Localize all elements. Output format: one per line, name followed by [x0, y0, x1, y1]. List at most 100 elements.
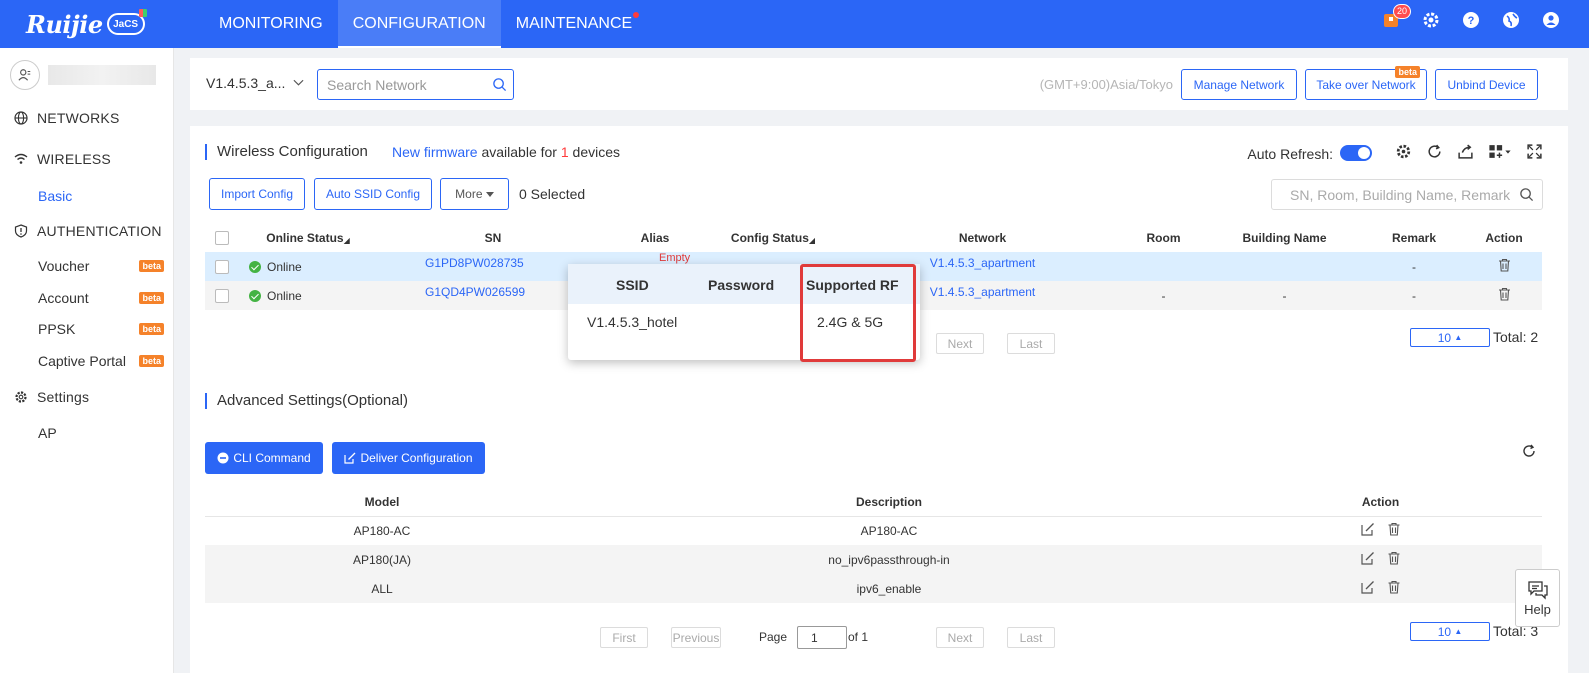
device-remark: -	[1362, 252, 1466, 281]
sidebar-item-account[interactable]: Account beta	[38, 290, 164, 306]
cli-command-button[interactable]: CLI Command	[205, 442, 323, 474]
gear-icon[interactable]	[1421, 10, 1441, 30]
pager-last-label: Last	[1019, 336, 1043, 351]
col-sn: SN	[484, 231, 502, 245]
globe-icon[interactable]	[1501, 10, 1521, 30]
search-network-input[interactable]: Search Network	[317, 69, 514, 100]
col-description: Description	[559, 488, 1219, 517]
fullscreen-icon[interactable]	[1526, 143, 1543, 160]
gear-icon[interactable]	[1395, 143, 1412, 160]
sidebar-item-wireless[interactable]: WIRELESS	[14, 151, 111, 167]
auto-ssid-config-button[interactable]: Auto SSID Config	[314, 178, 432, 210]
edit-icon[interactable]	[1360, 580, 1375, 594]
sidebar-basic-label: Basic	[38, 188, 73, 204]
help-button[interactable]: Help	[1515, 569, 1560, 627]
more-dropdown-button[interactable]: More	[440, 178, 509, 210]
edit-icon	[344, 452, 356, 464]
beta-badge: beta	[1395, 66, 1420, 78]
model-cell: AP180(JA)	[205, 545, 559, 574]
delete-icon[interactable]	[1498, 287, 1511, 304]
delete-icon[interactable]	[1387, 522, 1401, 536]
adv-pager-last-label: Last	[1019, 630, 1043, 645]
adv-pager-next-button[interactable]: Next	[936, 627, 984, 648]
delete-icon[interactable]	[1387, 551, 1401, 565]
sidebar-item-basic[interactable]: Basic	[38, 188, 164, 204]
sidebar-item-captive-portal[interactable]: Captive Portal beta	[38, 353, 164, 369]
nav-monitoring[interactable]: MONITORING	[204, 0, 338, 48]
col-online-status[interactable]: Online Status◢	[239, 224, 377, 252]
deliver-configuration-label: Deliver Configuration	[360, 451, 473, 465]
beta-badge: beta	[139, 355, 164, 367]
nav-maintenance[interactable]: MAINTENANCE	[501, 0, 647, 48]
nav-configuration[interactable]: CONFIGURATION	[337, 0, 501, 48]
edit-icon[interactable]	[1360, 522, 1375, 536]
sidebar-item-voucher[interactable]: Voucher beta	[38, 258, 164, 274]
logo-text: Ruijie	[26, 9, 103, 39]
search-icon[interactable]	[1519, 187, 1534, 202]
network-select[interactable]: V1.4.5.3_a...	[206, 75, 304, 91]
network-select-value: V1.4.5.3_a...	[206, 75, 286, 91]
delete-icon[interactable]	[1387, 580, 1401, 594]
new-firmware-link[interactable]: New firmware	[392, 144, 478, 160]
sidebar-item-ap[interactable]: AP	[38, 425, 164, 441]
device-building: -	[1207, 281, 1362, 310]
user-name-blurred	[48, 65, 156, 85]
manage-network-label: Manage Network	[1193, 77, 1285, 92]
user-icon[interactable]	[1541, 10, 1561, 30]
import-config-button[interactable]: Import Config	[209, 178, 305, 210]
sidebar-item-settings[interactable]: Settings	[14, 389, 89, 405]
adv-page-number-input[interactable]: 1	[797, 626, 847, 649]
refresh-icon[interactable]	[1426, 143, 1443, 160]
ruijie-logo[interactable]: Ruijie JaCS	[26, 8, 147, 40]
auto-refresh-toggle[interactable]	[1340, 145, 1372, 161]
sort-icon[interactable]: ◢	[344, 236, 350, 245]
sidebar-account-label: Account	[38, 290, 89, 306]
adv-page-size-value: 10	[1437, 624, 1452, 639]
timezone-label: (GMT+9:00)Asia/Tokyo	[1039, 77, 1173, 92]
main-nav: MONITORING CONFIGURATION MAINTENANCE	[204, 0, 647, 48]
popover-ssid-header: SSID	[616, 277, 649, 293]
page-size-value: 10	[1437, 330, 1452, 345]
adv-pager-page-label: Page	[759, 630, 788, 644]
device-remark: -	[1362, 281, 1466, 310]
refresh-icon[interactable]	[1521, 443, 1537, 459]
edit-icon[interactable]	[1360, 551, 1375, 565]
highlight-box	[800, 264, 916, 362]
select-all-checkbox[interactable]	[215, 231, 229, 246]
avatar[interactable]	[10, 60, 40, 90]
online-status: Online	[267, 259, 302, 274]
row-checkbox[interactable]	[215, 259, 229, 274]
page-size-select[interactable]: 10 ▲	[1410, 328, 1490, 347]
col-action: Action	[1485, 231, 1523, 245]
deliver-configuration-button[interactable]: Deliver Configuration	[332, 442, 485, 474]
notification-icon[interactable]: 20	[1381, 4, 1412, 30]
export-icon[interactable]	[1457, 143, 1474, 160]
adv-page-size-select[interactable]: 10 ▲	[1410, 622, 1490, 641]
table-row: AP180(JA) no_ipv6passthrough-in	[205, 545, 1542, 574]
beta-badge: beta	[139, 323, 164, 335]
adv-page-number-value: 1	[811, 630, 818, 645]
search-icon[interactable]	[492, 77, 507, 92]
pager-last-button[interactable]: Last	[1007, 333, 1055, 354]
adv-pager-first-button[interactable]: First	[600, 627, 648, 648]
sidebar-ap-label: AP	[38, 425, 57, 441]
firmware-note: New firmware available for 1 devices	[392, 144, 620, 160]
col-config-status[interactable]: Config Status◢	[701, 224, 845, 252]
take-over-network-button[interactable]: Take over Network beta	[1305, 66, 1427, 100]
unbind-device-button[interactable]: Unbind Device	[1435, 69, 1538, 100]
row-checkbox[interactable]	[215, 288, 229, 303]
manage-network-button[interactable]: Manage Network	[1181, 69, 1297, 100]
sort-icon[interactable]: ◢	[809, 236, 815, 245]
pager-next-button[interactable]: Next	[936, 333, 984, 354]
sidebar-item-networks[interactable]: NETWORKS	[14, 110, 120, 126]
help-icon[interactable]: ?	[1461, 10, 1481, 30]
sidebar-item-authentication[interactable]: AUTHENTICATION	[14, 223, 162, 239]
delete-icon[interactable]	[1498, 258, 1511, 275]
adv-pager-previous-button[interactable]: Previous	[671, 627, 721, 648]
sidebar-item-ppsk[interactable]: PPSK beta	[38, 321, 164, 337]
advanced-config-table: Model Description Action AP180-AC AP180-…	[205, 488, 1542, 603]
adv-pager-last-button[interactable]: Last	[1007, 627, 1055, 648]
device-search-input[interactable]: SN, Room, Building Name, Remark	[1271, 179, 1543, 210]
grid-add-icon[interactable]	[1488, 143, 1512, 160]
advanced-settings-title: Advanced Settings(Optional)	[205, 393, 408, 409]
